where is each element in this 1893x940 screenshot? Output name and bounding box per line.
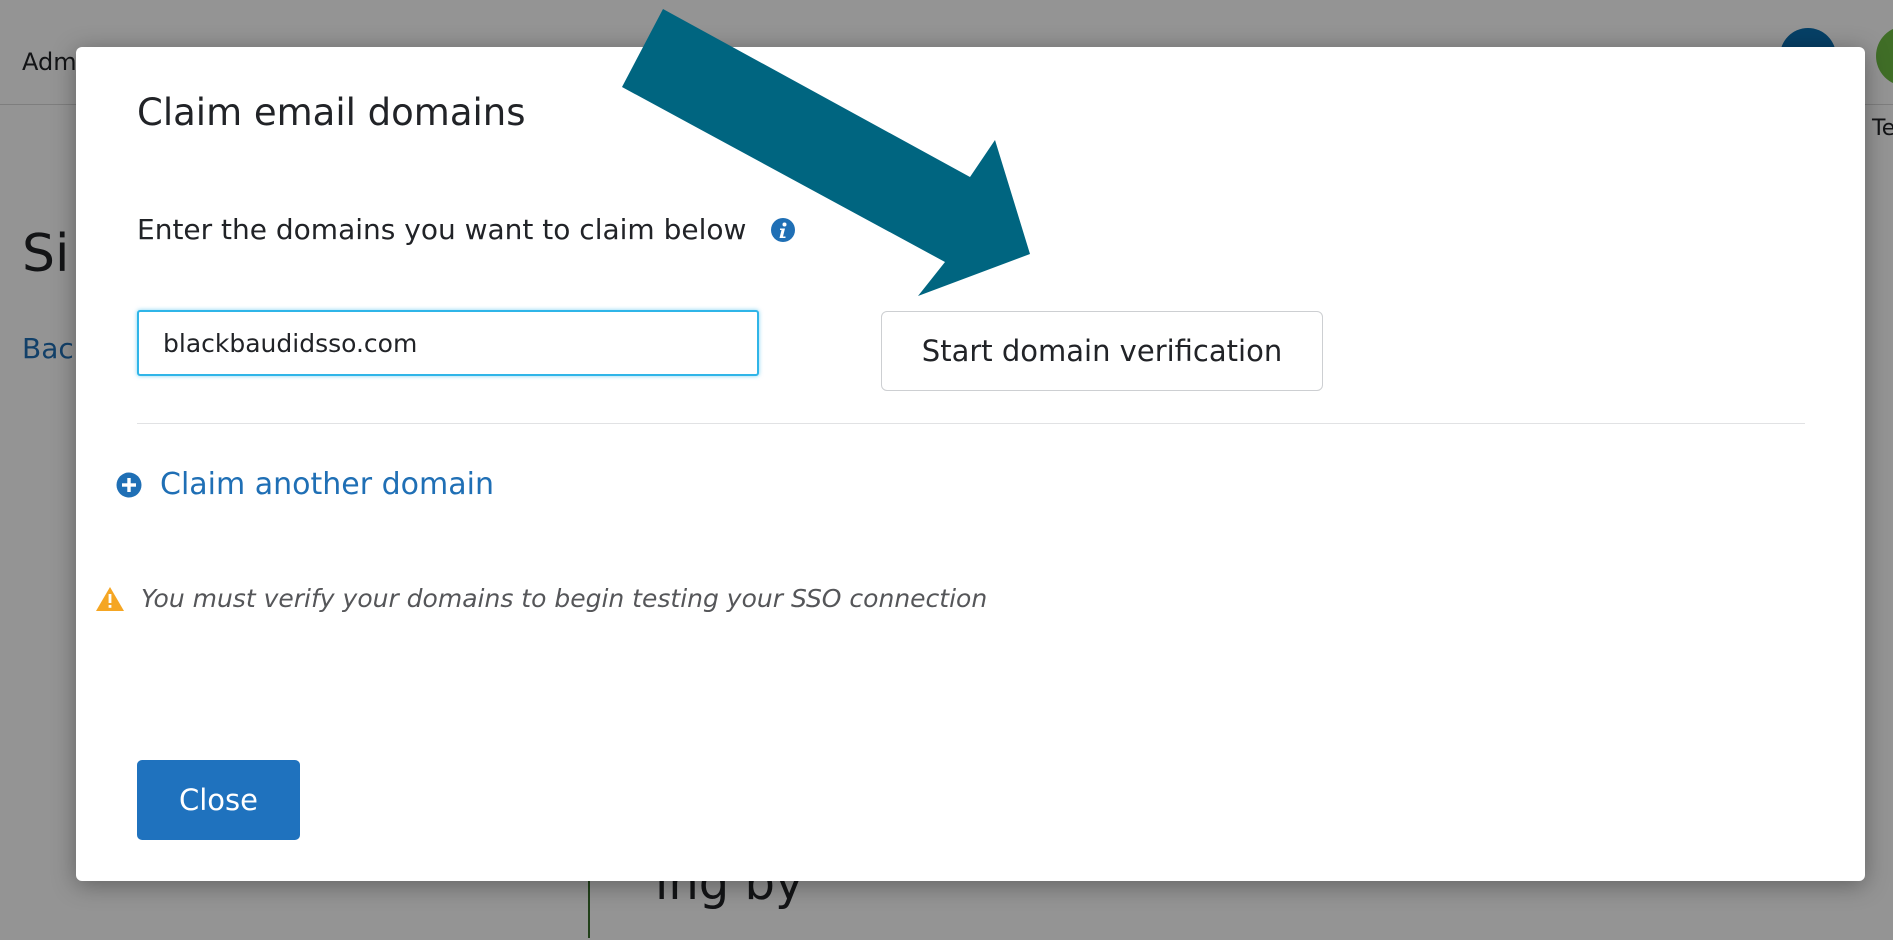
claim-another-domain-link[interactable]: Claim another domain <box>116 467 494 502</box>
claim-domains-modal: Claim email domains Enter the domains yo… <box>76 47 1865 881</box>
warning-text: You must verify your domains to begin te… <box>141 584 988 613</box>
start-verification-button[interactable]: Start domain verification <box>881 311 1323 391</box>
info-icon[interactable] <box>770 217 796 243</box>
close-button[interactable]: Close <box>137 760 300 840</box>
instructions-row: Enter the domains you want to claim belo… <box>137 213 796 246</box>
instructions-text: Enter the domains you want to claim belo… <box>137 213 747 246</box>
warning-message: You must verify your domains to begin te… <box>95 584 987 613</box>
plus-circle-icon <box>116 472 142 498</box>
divider <box>137 423 1805 424</box>
claim-another-domain-label: Claim another domain <box>160 467 494 502</box>
warning-icon <box>95 586 125 612</box>
domain-input[interactable] <box>137 310 759 376</box>
modal-title: Claim email domains <box>137 91 526 134</box>
